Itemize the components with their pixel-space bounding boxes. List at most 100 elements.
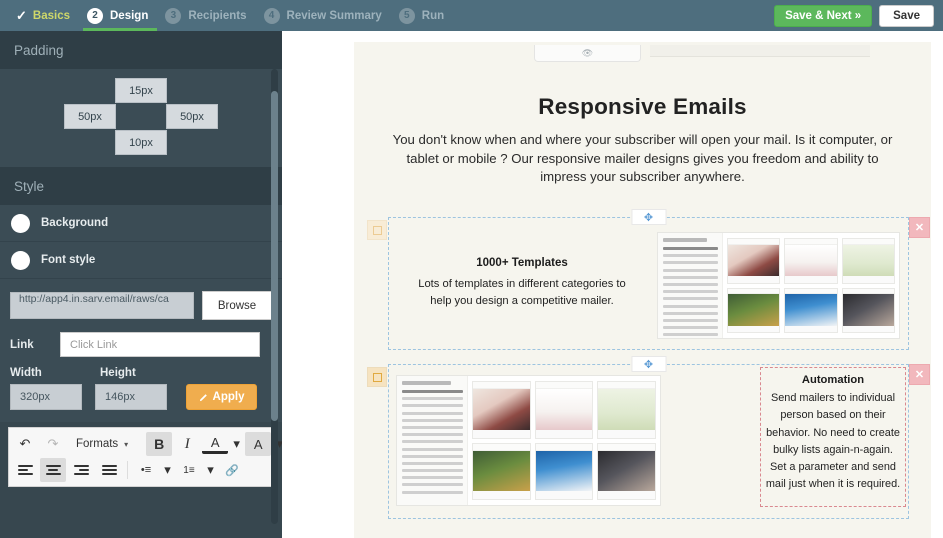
style-section-title: Style <box>14 178 45 194</box>
italic-button[interactable]: I <box>174 432 200 456</box>
gallery-card <box>841 287 895 333</box>
gallery-sidebar-item <box>402 425 463 429</box>
email-canvas: 👁 Responsive Emails You don't know when … <box>282 31 943 538</box>
row-1-duplicate-button[interactable] <box>367 220 387 240</box>
padding-top-input[interactable] <box>115 78 167 103</box>
wizard-step-recipients-label: Recipients <box>188 9 247 22</box>
undo-icon[interactable]: ↶ <box>12 432 38 456</box>
bold-button[interactable]: B <box>146 432 173 456</box>
toolbar-divider-2 <box>127 461 128 479</box>
font-style-row[interactable]: Font style <box>0 242 282 279</box>
gallery-card <box>534 442 594 500</box>
insert-link-icon[interactable]: 🔗 <box>219 458 245 482</box>
step-number-badge: 3 <box>165 7 182 24</box>
background-color-row[interactable]: Background <box>0 205 282 242</box>
align-justify-button[interactable] <box>96 458 122 482</box>
save-and-next-button[interactable]: Save & Next » <box>774 4 873 27</box>
gallery-sidebar-item <box>402 404 463 408</box>
row-2-move-handle[interactable]: ✥ <box>631 356 666 372</box>
padding-left-input[interactable] <box>64 104 116 129</box>
email-row-1[interactable]: ✥ ✕ 1000+ Templates Lots of templates in… <box>367 209 930 350</box>
bullet-list-button[interactable]: •≡ <box>133 458 159 482</box>
sidebar-scrollbar-thumb[interactable] <box>271 91 278 421</box>
block-floating-toolbar[interactable]: 👁 <box>534 45 641 62</box>
row-2-image-column[interactable] <box>396 375 661 506</box>
align-center-button[interactable] <box>40 458 66 482</box>
padding-bottom-row <box>115 130 167 155</box>
eye-icon[interactable]: 👁 <box>582 48 593 59</box>
dimension-inputs-row: Apply <box>0 381 282 422</box>
browse-button[interactable]: Browse <box>202 291 272 320</box>
row-1-image-column[interactable] <box>657 232 900 339</box>
font-color-swatch[interactable] <box>11 250 30 270</box>
gallery-card <box>472 442 531 500</box>
wizard-step-run[interactable]: 5 Run <box>393 0 455 31</box>
bullet-list-chevron-icon[interactable]: ▾ <box>161 458 174 482</box>
gallery-card <box>597 442 656 500</box>
email-sheet: 👁 Responsive Emails You don't know when … <box>354 42 931 538</box>
wizard-step-recipients[interactable]: 3 Recipients <box>159 0 257 31</box>
gallery-sidebar-item <box>402 397 463 401</box>
gallery-card <box>784 287 838 333</box>
padding-section-header: Padding <box>0 31 282 69</box>
numbered-list-chevron-icon[interactable]: ▾ <box>204 458 217 482</box>
redo-icon[interactable]: ↷ <box>40 432 66 456</box>
height-input[interactable] <box>95 384 167 410</box>
row-1-text-column[interactable]: 1000+ Templates Lots of templates in dif… <box>389 218 655 349</box>
gallery-sidebar-item <box>663 290 719 294</box>
height-label: Height <box>100 367 136 379</box>
width-input[interactable] <box>10 384 82 410</box>
wizard-topbar: ✓ Basics 2 Design 3 Recipients 4 Review … <box>0 0 943 31</box>
text-color-chevron-icon[interactable]: ▾ <box>230 432 243 456</box>
row-2-text-column[interactable]: Automation Send mailers to individual pe… <box>760 367 906 507</box>
gallery-sidebar-item <box>402 447 463 451</box>
highlight-color-button[interactable]: A <box>245 432 272 456</box>
wizard-step-design-label: Design <box>110 9 149 22</box>
row-1-delete-button[interactable]: ✕ <box>909 217 930 238</box>
gallery-sidebar-item <box>402 433 463 437</box>
formats-label: Formats <box>76 438 119 450</box>
image-url-input[interactable]: http://app4.in.sarv.email/raws/ca <box>10 292 194 319</box>
gallery-sidebar-heading <box>663 238 708 242</box>
check-icon: ✓ <box>16 7 27 23</box>
padding-middle-row <box>64 104 218 129</box>
row-2-delete-button[interactable]: ✕ <box>909 364 930 385</box>
templates-description: Lots of templates in different categorie… <box>418 277 626 308</box>
gallery-card <box>472 381 531 439</box>
padding-right-input[interactable] <box>166 104 218 129</box>
wizard-step-review-summary[interactable]: 4 Review Summary <box>258 0 393 31</box>
row-2-duplicate-button[interactable] <box>367 367 387 387</box>
properties-sidebar: Padding Style Background Font style http… <box>0 31 282 538</box>
width-label: Width <box>10 367 42 379</box>
step-number-badge: 2 <box>87 7 103 24</box>
apply-button[interactable]: Apply <box>186 384 257 410</box>
chevron-down-icon: ▾ <box>124 439 129 449</box>
copy-icon <box>372 372 382 382</box>
wizard-step-basics[interactable]: ✓ Basics <box>10 0 81 31</box>
gallery-sidebar-item <box>402 418 463 422</box>
numbered-list-button[interactable]: 1≡ <box>176 458 202 482</box>
wizard-step-basics-label: Basics <box>32 9 70 22</box>
apply-label: Apply <box>212 391 245 403</box>
template-gallery-image-large <box>396 375 661 506</box>
gallery-sidebar-item <box>663 326 719 330</box>
align-left-button[interactable] <box>12 458 38 482</box>
formats-dropdown[interactable]: Formats ▾ <box>70 432 134 456</box>
gallery-sidebar <box>397 376 468 505</box>
wizard-step-design[interactable]: 2 Design <box>81 0 159 31</box>
gallery-sidebar-item <box>402 483 463 487</box>
link-input[interactable] <box>60 332 260 357</box>
gallery-sidebar-item <box>663 333 719 337</box>
email-row-2[interactable]: ✥ ✕ Automation Send mailers to individua… <box>367 356 930 519</box>
align-right-button[interactable] <box>68 458 94 482</box>
text-color-button[interactable]: A <box>202 434 229 454</box>
gallery-sidebar-item <box>663 261 719 265</box>
save-button[interactable]: Save <box>879 4 934 27</box>
style-section-header: Style <box>0 167 282 205</box>
gallery-grid <box>468 376 660 505</box>
gallery-sidebar-item <box>402 390 463 393</box>
background-color-swatch[interactable] <box>11 213 30 233</box>
padding-section-title: Padding <box>14 42 64 58</box>
gallery-card <box>534 381 594 439</box>
padding-bottom-input[interactable] <box>115 130 167 155</box>
